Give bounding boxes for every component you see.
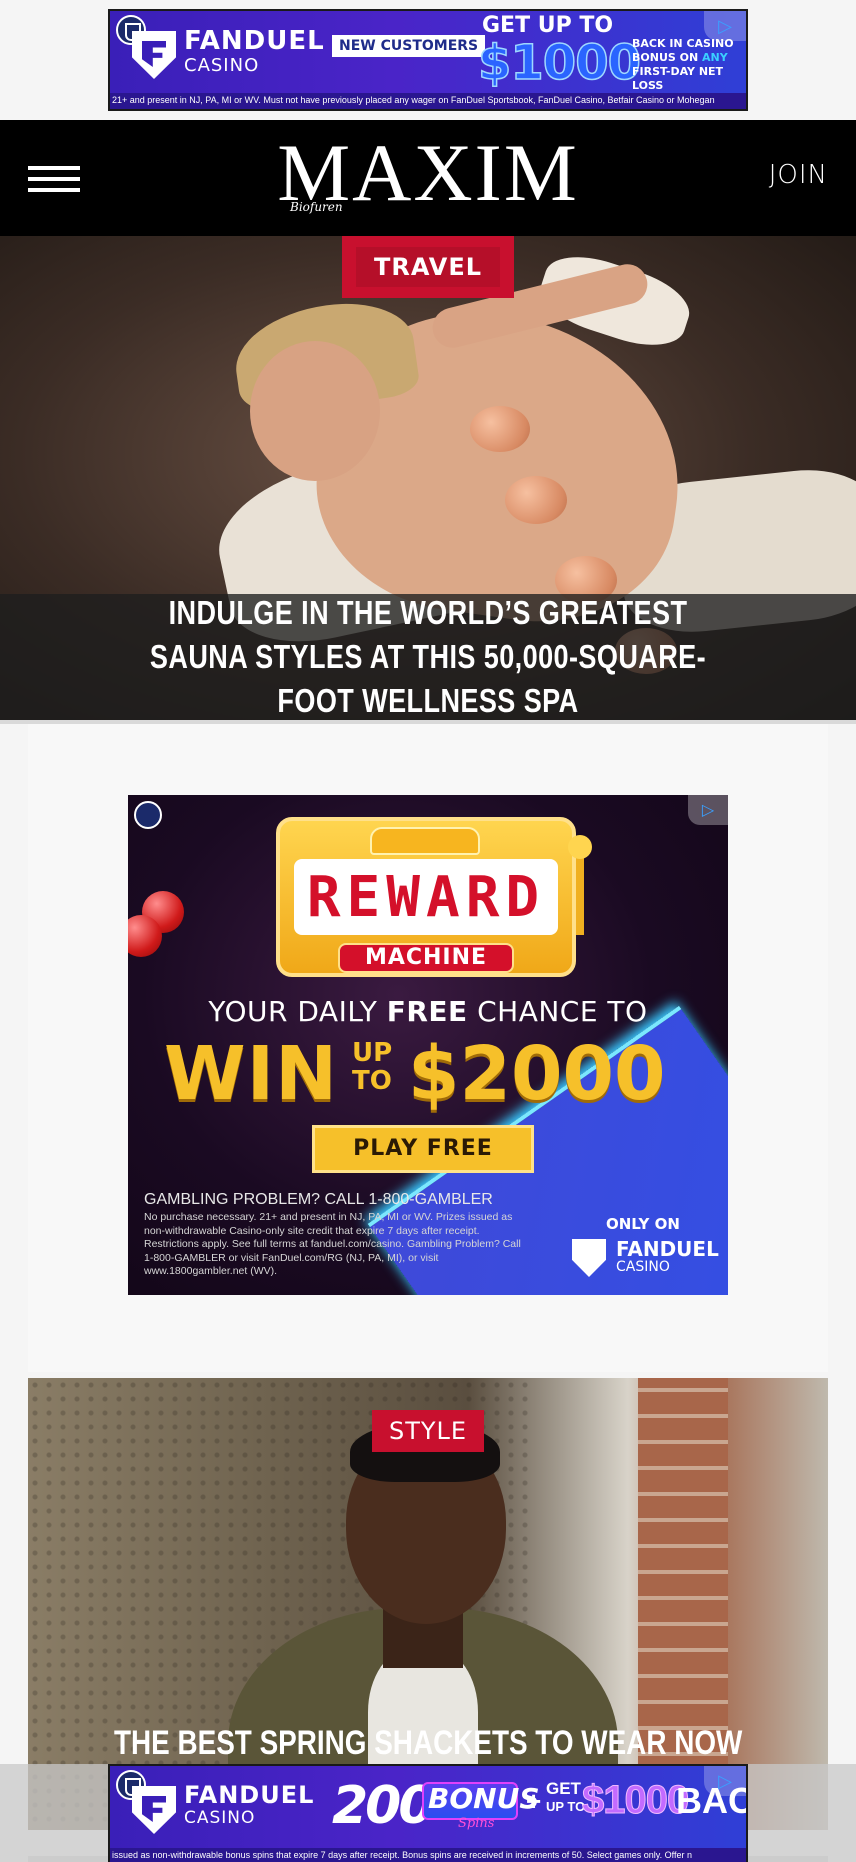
category-label: TRAVEL <box>355 247 501 287</box>
ad-fine-print: issued as non-withdrawable bonus spins t… <box>110 1848 746 1862</box>
play-free-button[interactable]: PLAY FREE <box>312 1125 534 1173</box>
ad-fine-print: 21+ and present in NJ, PA, MI or WV. Mus… <box>110 93 746 109</box>
ad-bonus: BONUS <box>428 1782 540 1815</box>
ad-tag: NEW CUSTOMERS <box>332 35 486 57</box>
article-title[interactable]: THE BEST SPRING SHACKETS TO WEAR NOW <box>28 1720 828 1766</box>
ad-win: WIN <box>164 1031 339 1117</box>
slot-machine-graphic: REWARD MACHINE <box>276 817 576 977</box>
cherry-icon <box>128 915 162 957</box>
ad-amount: $1000 <box>477 34 642 92</box>
fanduel-logo-icon <box>132 1786 176 1834</box>
hero-caption[interactable]: INDULGE IN THE WORLD’S GREATEST SAUNA ST… <box>0 594 856 720</box>
site-header: MAXIM Biofuren JOIN <box>0 120 856 236</box>
hamburger-menu-icon[interactable] <box>28 166 80 192</box>
category-tag-travel[interactable]: TRAVEL <box>342 236 514 298</box>
responsible-gaming-icon <box>134 801 162 829</box>
slot-lever-icon <box>568 835 592 935</box>
hero-title: INDULGE IN THE WORLD’S GREATEST SAUNA ST… <box>149 594 707 719</box>
ad-brand: FANDUEL <box>616 1237 719 1261</box>
mid-ad-banner[interactable]: ▷ REWARD MACHINE YOUR DAILY FREE CHANCE … <box>128 795 728 1295</box>
join-link[interactable]: JOIN <box>769 160 828 190</box>
gambling-helpline: GAMBLING PROBLEM? CALL 1-800-GAMBLER <box>144 1191 493 1208</box>
ad-tagline-c: CHANCE TO <box>467 995 648 1028</box>
ad-spins: Spins <box>458 1816 495 1831</box>
ad-bonus-text-a: BONUS ON <box>632 51 703 64</box>
ad-plus: + <box>526 1786 542 1816</box>
adchoices-icon[interactable]: ▷ <box>688 795 728 825</box>
ad-bonus-line: BONUS ON ANY <box>632 51 746 65</box>
ad-amount: $2000 <box>408 1031 666 1117</box>
category-tag-style[interactable]: STYLE <box>372 1410 484 1452</box>
ad-upto: UP TO <box>546 1799 586 1814</box>
spa-stone <box>470 406 530 452</box>
ad-get: GET <box>546 1779 581 1798</box>
ad-get-upto: GET UP TO <box>546 1780 585 1816</box>
ad-brand-sub: CASINO <box>184 1808 256 1828</box>
fanduel-badge-icon <box>370 827 480 855</box>
ad-upto-text: UP TO <box>352 1038 393 1096</box>
photo-subject <box>250 341 380 481</box>
ad-bonus-line: FIRST-DAY NET LOSS <box>632 65 724 92</box>
ad-brand-sub: CASINO <box>184 55 260 76</box>
ad-amount: $1000 <box>581 1778 689 1823</box>
ad-brand: FANDUEL <box>184 1781 315 1809</box>
bottom-ad-banner[interactable]: FANDUEL CASINO 200 BONUS Spins + GET UP … <box>108 1764 748 1862</box>
slot-text: REWARD <box>306 864 546 930</box>
top-ad-banner[interactable]: FANDUEL CASINO NEW CUSTOMERS GET UP TO $… <box>108 9 748 111</box>
ad-brand-sub: CASINO <box>616 1259 670 1275</box>
ad-brand: FANDUEL <box>184 26 325 56</box>
ad-tagline-free: FREE <box>386 995 468 1028</box>
fanduel-logo-icon <box>132 31 176 79</box>
article-title-text: THE BEST SPRING SHACKETS TO WEAR NOW <box>113 1724 743 1762</box>
ad-spin-count: 200 <box>332 1776 435 1836</box>
slot-window: REWARD <box>294 859 558 935</box>
ad-upto: UP TO <box>352 1039 402 1095</box>
ad-tagline-a: YOUR DAILY <box>208 995 387 1028</box>
adchoices-icon[interactable]: ▷ <box>704 1766 746 1796</box>
ad-only-on: ONLY ON <box>606 1215 680 1233</box>
ad-fine-print: No purchase necessary. 21+ and present i… <box>144 1211 521 1277</box>
logo-signature: Biofuren <box>290 200 343 214</box>
ad-tagline: YOUR DAILY FREE CHANCE TO <box>128 995 728 1028</box>
adchoices-icon[interactable]: ▷ <box>704 11 746 41</box>
ad-bonus-text: BACK IN CASINO BONUS ON ANY FIRST-DAY NE… <box>632 37 746 93</box>
ad-bonus-any: ANY <box>702 51 728 64</box>
spa-stone <box>505 476 567 524</box>
slot-label: MACHINE <box>338 943 514 973</box>
